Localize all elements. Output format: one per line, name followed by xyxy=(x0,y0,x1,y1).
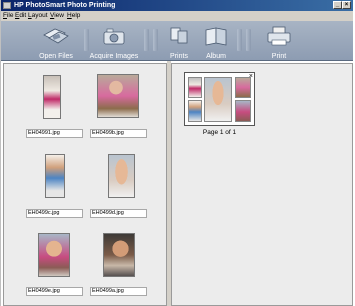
app-icon xyxy=(3,2,11,9)
thumbnail-filename: EH04991.jpg xyxy=(26,129,83,138)
layout-photo-cell[interactable] xyxy=(188,100,202,122)
menu-layout[interactable]: Layout xyxy=(28,11,48,21)
thumbnail-filename: EH0499d.jpg xyxy=(90,209,147,218)
menu-bar: File Edit Layout View Help xyxy=(1,11,353,21)
acquire-images-button[interactable]: Acquire Images xyxy=(89,21,139,61)
prints-icon xyxy=(170,27,188,44)
thumbnail-filename: EH0499e.jpg xyxy=(26,287,83,296)
open-files-button[interactable]: Open Files xyxy=(33,21,79,61)
prints-button[interactable]: Prints xyxy=(164,21,194,61)
window-title: HP PhotoSmart Photo Printing xyxy=(14,2,116,9)
photo-thumbnail[interactable] xyxy=(108,154,135,198)
close-button[interactable]: × xyxy=(342,1,351,9)
layout-photo-cell[interactable] xyxy=(204,77,232,122)
title-bar[interactable]: HP PhotoSmart Photo Printing _ × xyxy=(1,0,353,11)
layout-photo-cell[interactable] xyxy=(235,77,251,98)
thumbnail-filename: EH0499a.jpg xyxy=(90,287,147,296)
camera-icon xyxy=(103,28,125,45)
menu-file[interactable]: File xyxy=(3,11,14,21)
menu-help[interactable]: Help xyxy=(67,11,80,21)
print-label: Print xyxy=(271,53,287,60)
app-window: HP PhotoSmart Photo Printing _ × File Ed… xyxy=(0,0,353,306)
menu-view[interactable]: View xyxy=(50,11,64,21)
open-files-icon xyxy=(43,28,69,44)
toolbar-separator xyxy=(237,29,242,51)
photo-thumbnail[interactable] xyxy=(45,154,65,198)
layout-photo-cell[interactable] xyxy=(188,77,202,98)
page-number-label: Page 1 of 1 xyxy=(202,129,237,136)
page-preview[interactable]: × xyxy=(184,72,255,126)
toolbar-separator xyxy=(153,29,158,51)
album-icon xyxy=(205,27,227,46)
layout-photo-cell[interactable] xyxy=(235,100,251,122)
album-label: Album xyxy=(206,53,226,60)
printer-icon xyxy=(267,26,291,46)
image-browser-pane[interactable] xyxy=(3,63,167,306)
toolbar-separator xyxy=(246,29,251,51)
minimize-button[interactable]: _ xyxy=(333,1,342,9)
thumbnail-filename: EH0499c.jpg xyxy=(26,209,83,218)
open-files-label: Open Files xyxy=(39,53,73,60)
acquire-images-label: Acquire Images xyxy=(89,53,139,60)
menu-edit[interactable]: Edit xyxy=(15,11,26,21)
photo-thumbnail[interactable] xyxy=(38,233,70,277)
print-button[interactable]: Print xyxy=(261,21,297,61)
toolbar: Open Files Acquire Images Prints Album P… xyxy=(1,21,353,61)
photo-thumbnail[interactable] xyxy=(97,74,139,118)
album-button[interactable]: Album xyxy=(201,21,231,61)
photo-thumbnail[interactable] xyxy=(43,75,61,119)
photo-thumbnail[interactable] xyxy=(103,233,135,277)
prints-label: Prints xyxy=(170,53,188,60)
toolbar-separator xyxy=(144,29,149,51)
thumbnail-filename: EH0499b.jpg xyxy=(90,129,147,138)
